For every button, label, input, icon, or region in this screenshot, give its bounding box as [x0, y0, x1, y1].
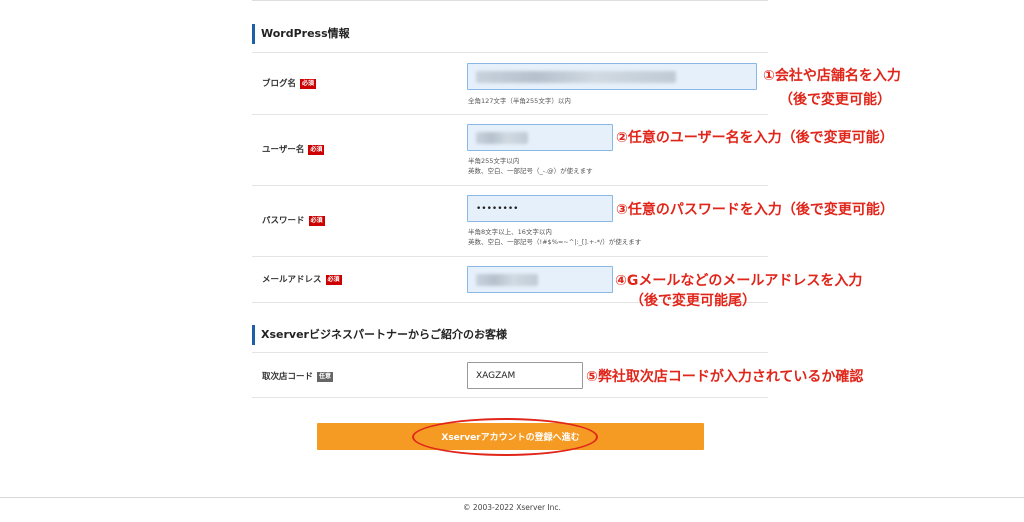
label-username: ユーザー名 必須 — [262, 144, 325, 156]
blurred-value — [476, 273, 538, 286]
form-top-border — [252, 0, 768, 1]
label-email: メールアドレス 必須 — [262, 274, 342, 286]
blurred-value — [476, 70, 676, 83]
password-input[interactable]: •••••••• — [467, 195, 613, 222]
username-input[interactable] — [467, 124, 613, 151]
blog-name-input[interactable] — [467, 63, 757, 90]
optional-badge: 任意 — [317, 372, 334, 382]
label-text: パスワード — [262, 216, 305, 226]
divider — [252, 52, 768, 53]
username-hint-1: 半角255文字以内 — [468, 157, 520, 165]
section-title-partner: Xserverビジネスパートナーからご紹介のお客様 — [252, 325, 507, 345]
annotation-3: ③任意のパスワードを入力（後で変更可能） — [616, 202, 894, 218]
divider — [252, 256, 768, 257]
label-text: ブログ名 — [262, 79, 297, 89]
divider — [252, 352, 768, 353]
password-hint-1: 半角8文字以上、16文字以内 — [468, 228, 552, 236]
divider — [252, 397, 768, 398]
email-input[interactable] — [467, 266, 613, 293]
label-agency-code: 取次店コード 任意 — [262, 371, 334, 383]
divider — [252, 185, 768, 186]
highlight-circle — [412, 418, 598, 456]
label-text: メールアドレス — [262, 275, 322, 285]
annotation-1-line2: （後で変更可能） — [779, 92, 891, 108]
divider — [252, 114, 768, 115]
required-badge: 必須 — [308, 216, 325, 226]
label-blog-name: ブログ名 必須 — [262, 78, 317, 90]
password-hint-2: 英数、空白、一部記号（!#$%=~^|:_[].+-*/）が使えます — [468, 238, 642, 246]
required-badge: 必須 — [300, 79, 317, 89]
annotation-1-line1: ①会社や店舗名を入力 — [763, 68, 901, 84]
annotation-4-line2: （後で変更可能尾） — [630, 293, 756, 309]
required-badge: 必須 — [325, 275, 342, 285]
blog-name-hint: 全角127文字（半角255文字）以内 — [468, 97, 571, 105]
blurred-value — [476, 131, 528, 144]
annotation-4-line1: ④Gメールなどのメールアドレスを入力 — [615, 273, 863, 289]
label-text: ユーザー名 — [262, 145, 305, 155]
label-password: パスワード 必須 — [262, 215, 325, 227]
required-badge: 必須 — [308, 145, 325, 155]
username-hint-2: 英数、空白、一部記号（_-.@）が使えます — [468, 167, 593, 175]
footer-copyright: © 2003-2022 Xserver Inc. — [463, 503, 561, 512]
agency-code-input[interactable]: XAGZAM — [467, 362, 583, 389]
footer-divider — [0, 497, 1024, 498]
annotation-2: ②任意のユーザー名を入力（後で変更可能） — [616, 130, 894, 146]
label-text: 取次店コード — [262, 372, 314, 382]
annotation-5: ⑤弊社取次店コードが入力されているか確認 — [586, 369, 864, 385]
section-title-wordpress: WordPress情報 — [252, 24, 350, 44]
